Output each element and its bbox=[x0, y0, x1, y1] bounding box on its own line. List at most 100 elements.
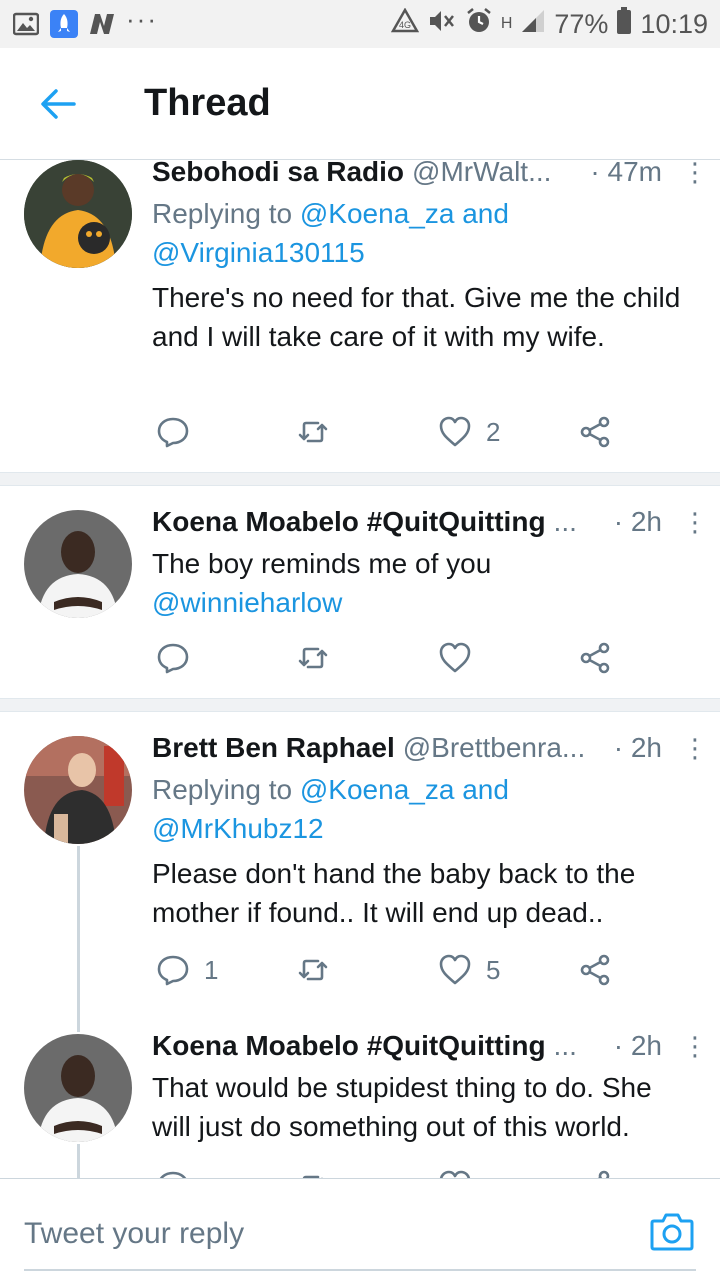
retweet-button[interactable] bbox=[296, 1169, 344, 1178]
reply-composer: Tweet your reply bbox=[0, 1178, 720, 1280]
tweet-text: The boy reminds me of you @winnieharlow bbox=[152, 544, 696, 622]
tweet-content: Sebohodi sa Radio @MrWalt... · 47m ⋮ Rep… bbox=[152, 156, 708, 356]
reply-button[interactable] bbox=[156, 1169, 204, 1178]
avatar[interactable] bbox=[24, 736, 132, 844]
signal-icon bbox=[520, 8, 546, 41]
tweet-actions: 1 5 bbox=[152, 950, 622, 990]
more-notifications-icon: ··· bbox=[126, 3, 158, 34]
reply-input-underline bbox=[24, 1269, 696, 1271]
author-handle[interactable]: ... bbox=[554, 506, 577, 538]
share-button[interactable] bbox=[578, 641, 612, 675]
thread-separator bbox=[0, 698, 720, 712]
author-name[interactable]: Koena Moabelo #QuitQuitting bbox=[152, 1032, 546, 1062]
data-saver-icon: 4G bbox=[390, 6, 419, 41]
reply-icon bbox=[159, 1171, 187, 1178]
reply-input[interactable]: Tweet your reply bbox=[24, 1217, 244, 1251]
tweet-text: That would be stupidest thing to do. She… bbox=[152, 1072, 652, 1142]
share-icon bbox=[597, 1170, 610, 1178]
more-options-icon[interactable]: ⋮ bbox=[682, 1032, 708, 1062]
reply-icon bbox=[157, 417, 189, 448]
battery-percent: 77% bbox=[554, 8, 609, 39]
tweet-time: · 2h bbox=[613, 506, 662, 537]
reply-count: 1 bbox=[204, 954, 219, 985]
retweet-icon bbox=[298, 421, 328, 443]
heart-icon bbox=[439, 954, 471, 985]
like-count: 5 bbox=[486, 954, 501, 985]
author-name[interactable]: Brett Ben Raphael bbox=[152, 732, 395, 764]
mention-link[interactable]: @Virginia130115 bbox=[152, 237, 365, 268]
share-icon bbox=[580, 642, 610, 674]
reply-icon bbox=[157, 643, 189, 674]
retweet-icon bbox=[298, 647, 328, 669]
reply-button[interactable]: 1 bbox=[156, 953, 218, 987]
reply-button[interactable] bbox=[156, 415, 204, 449]
tweet-card[interactable]: Koena Moabelo #QuitQuitting ... · 2h ⋮ T… bbox=[0, 486, 720, 698]
avatar[interactable] bbox=[24, 510, 132, 618]
status-bar: ··· 4G H 77% 10:19 bbox=[0, 0, 720, 48]
network-type: H bbox=[500, 15, 513, 32]
clock-time: 10:19 bbox=[640, 8, 708, 39]
avatar[interactable] bbox=[24, 1034, 132, 1142]
tweet-content: Koena Moabelo #QuitQuitting ... · 2h ⋮ T… bbox=[152, 506, 708, 622]
author-name[interactable]: Sebohodi sa Radio bbox=[152, 156, 404, 188]
replying-and[interactable]: and bbox=[454, 198, 509, 229]
mention-link[interactable]: @Koena_za bbox=[300, 774, 455, 805]
mention-link[interactable]: @winnieharlow bbox=[152, 587, 342, 618]
heart-icon bbox=[439, 416, 471, 447]
news-app-icon bbox=[88, 10, 116, 38]
tweet-actions bbox=[152, 638, 622, 678]
tweet-card[interactable]: Brett Ben Raphael @Brettbenra... · 2h ⋮ … bbox=[0, 712, 720, 1032]
retweet-button[interactable] bbox=[296, 641, 344, 675]
more-options-icon[interactable]: ⋮ bbox=[682, 157, 708, 188]
rocket-app-icon bbox=[50, 10, 78, 38]
like-button[interactable]: 5 bbox=[438, 953, 500, 987]
tweet-actions: 2 bbox=[152, 412, 622, 452]
reply-icon bbox=[157, 955, 189, 986]
replying-prefix: Replying to bbox=[152, 774, 300, 805]
share-icon bbox=[580, 416, 610, 448]
tweet-text: There's no need for that. Give me the ch… bbox=[152, 282, 681, 352]
share-button[interactable] bbox=[578, 415, 612, 449]
like-count: 2 bbox=[486, 416, 501, 447]
camera-icon bbox=[650, 1213, 694, 1251]
retweet-button[interactable] bbox=[296, 953, 344, 987]
mention-link[interactable]: @MrKhubz12 bbox=[152, 813, 324, 844]
more-options-icon[interactable]: ⋮ bbox=[682, 507, 708, 538]
tweet-time: · 2h bbox=[613, 732, 662, 763]
author-handle[interactable]: @Brettbenra... bbox=[403, 732, 586, 764]
reply-button[interactable] bbox=[156, 641, 204, 675]
share-button[interactable] bbox=[578, 953, 612, 987]
status-right: 4G H 77% 10:19 bbox=[390, 6, 708, 42]
thread-connector-line bbox=[77, 846, 80, 1032]
tweet-card[interactable]: Sebohodi sa Radio @MrWalt... · 47m ⋮ Rep… bbox=[0, 150, 720, 472]
battery-icon bbox=[616, 6, 632, 42]
gallery-icon bbox=[12, 10, 40, 38]
arrow-left-icon bbox=[41, 88, 76, 119]
tweet-text: Please don't hand the baby back to the m… bbox=[152, 858, 636, 928]
replying-and[interactable]: and bbox=[454, 774, 509, 805]
page-title: Thread bbox=[144, 82, 271, 124]
tweet-actions bbox=[152, 1166, 622, 1178]
retweet-icon bbox=[302, 1175, 323, 1178]
back-button[interactable] bbox=[28, 74, 88, 134]
like-button[interactable] bbox=[438, 1169, 486, 1178]
avatar[interactable] bbox=[24, 160, 132, 268]
author-name[interactable]: Koena Moabelo #QuitQuitting bbox=[152, 506, 546, 538]
like-button[interactable] bbox=[438, 641, 486, 675]
thread-separator bbox=[0, 472, 720, 486]
author-handle[interactable]: ... bbox=[554, 1032, 577, 1062]
tweet-card[interactable]: Koena Moabelo #QuitQuitting ... · 2h ⋮ T… bbox=[0, 1032, 720, 1178]
thread-connector-line bbox=[77, 1144, 80, 1178]
camera-button[interactable] bbox=[650, 1211, 694, 1251]
retweet-button[interactable] bbox=[296, 415, 344, 449]
tweet-time: · 2h bbox=[613, 1032, 662, 1061]
share-button[interactable] bbox=[578, 1169, 612, 1178]
author-handle[interactable]: @MrWalt... bbox=[412, 156, 551, 188]
tweet-header: Brett Ben Raphael @Brettbenra... · 2h ⋮ bbox=[152, 732, 708, 768]
tweet-content: Koena Moabelo #QuitQuitting ... · 2h ⋮ T… bbox=[152, 1032, 708, 1146]
share-icon bbox=[580, 954, 610, 986]
more-options-icon[interactable]: ⋮ bbox=[682, 733, 708, 764]
tweet-time: · 47m bbox=[590, 156, 662, 187]
mention-link[interactable]: @Koena_za bbox=[300, 198, 455, 229]
like-button[interactable]: 2 bbox=[438, 415, 500, 449]
